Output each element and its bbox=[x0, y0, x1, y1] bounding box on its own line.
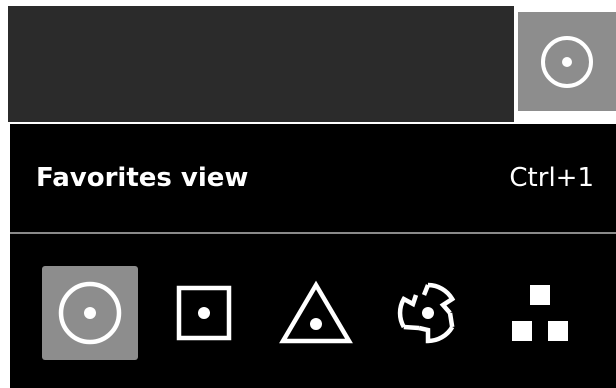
snap-rotating-blade-button[interactable] bbox=[380, 266, 476, 360]
divider bbox=[10, 232, 616, 234]
snap-mode-toggle-button[interactable] bbox=[518, 12, 616, 111]
circle-center-icon bbox=[58, 281, 122, 345]
rotating-blade-icon bbox=[397, 282, 456, 344]
triangle-center-icon bbox=[279, 280, 353, 344]
three-squares-icon bbox=[512, 285, 568, 341]
square-center-icon bbox=[176, 285, 232, 341]
snap-three-squares-button[interactable] bbox=[492, 266, 588, 360]
snap-square-center-button[interactable] bbox=[156, 266, 252, 360]
snap-triangle-center-button[interactable] bbox=[268, 266, 364, 360]
favorites-view-popup: Favorites view Ctrl+1 bbox=[10, 124, 616, 388]
favorites-view-menu-item[interactable]: Favorites view Ctrl+1 bbox=[10, 124, 616, 232]
popup-title: Favorites view bbox=[36, 163, 249, 193]
snap-circle-center-button[interactable] bbox=[42, 266, 138, 360]
keyboard-shortcut: Ctrl+1 bbox=[509, 163, 594, 193]
circle-center-icon bbox=[541, 35, 593, 88]
top-bar bbox=[8, 6, 514, 122]
